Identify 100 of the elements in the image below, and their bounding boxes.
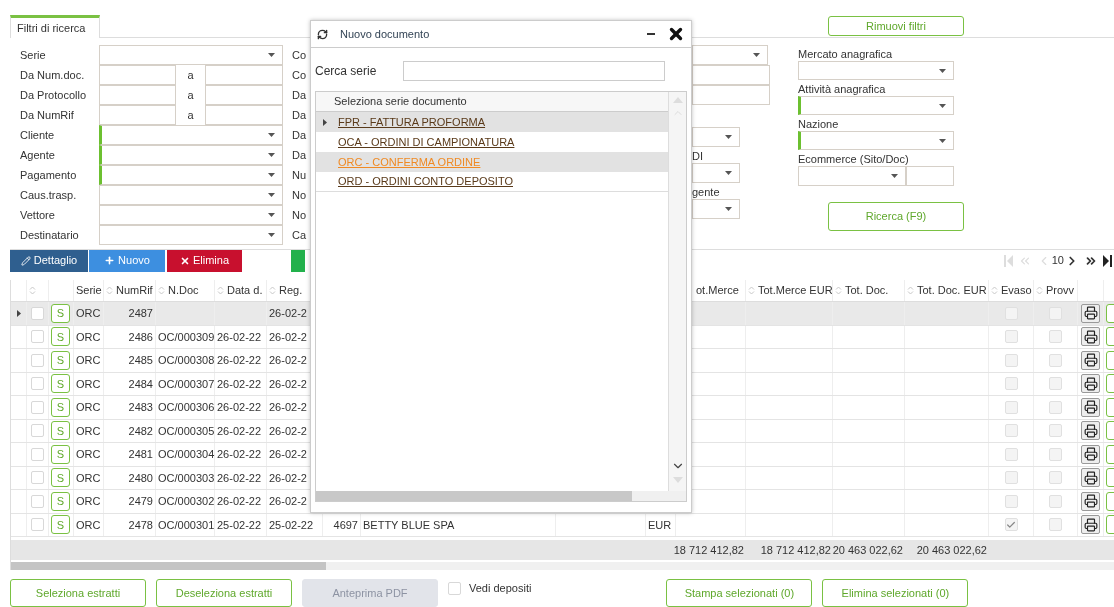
checkbox[interactable]	[1004, 471, 1018, 485]
dropdown[interactable]	[99, 45, 283, 65]
field-label: Caus.trasp.	[19, 187, 78, 203]
vertical-scrollbar[interactable]	[668, 92, 686, 491]
input-field[interactable]	[906, 166, 954, 186]
checkbox[interactable]	[1004, 377, 1018, 391]
checkbox[interactable]	[1049, 447, 1062, 461]
checkbox[interactable]	[31, 471, 44, 485]
column-header[interactable]: Tot.Merce EUR	[758, 282, 832, 299]
input-field[interactable]	[205, 65, 283, 85]
input-field[interactable]	[692, 85, 770, 105]
column-header[interactable]: Data d.	[227, 282, 263, 299]
input-field[interactable]	[99, 65, 176, 85]
checkbox[interactable]	[1049, 400, 1062, 414]
dropdown[interactable]	[692, 199, 740, 219]
toolbar-button[interactable]: Nuovo	[89, 249, 165, 272]
checkbox[interactable]	[1004, 353, 1018, 367]
checkbox[interactable]	[448, 582, 461, 595]
print-button[interactable]	[1081, 515, 1100, 535]
checkbox[interactable]	[31, 306, 44, 320]
column-header[interactable]: Serie	[76, 282, 102, 299]
print-button[interactable]	[1081, 350, 1100, 370]
print-button[interactable]	[1081, 397, 1100, 417]
series-item[interactable]: FPR - FATTURA PROFORMA	[316, 112, 668, 132]
checkbox[interactable]	[31, 424, 44, 438]
page-size[interactable]: 10	[1051, 252, 1064, 269]
print-button[interactable]	[1081, 421, 1100, 441]
toolbar-button[interactable]: Dettaglio	[10, 249, 88, 272]
scrollbar-thumb[interactable]	[11, 562, 326, 570]
checkbox[interactable]	[1004, 330, 1018, 344]
checkbox[interactable]	[31, 494, 44, 508]
dropdown[interactable]	[99, 205, 283, 225]
column-header[interactable]: Tot. Doc.	[845, 282, 889, 299]
checkbox[interactable]	[1049, 518, 1062, 532]
dropdown[interactable]	[798, 131, 954, 150]
input-field[interactable]	[692, 65, 770, 85]
input-field[interactable]	[205, 85, 283, 105]
checkbox[interactable]	[1049, 494, 1062, 508]
dropdown[interactable]	[692, 163, 740, 183]
checkbox[interactable]	[1004, 494, 1018, 508]
column-header[interactable]: N.Doc	[168, 282, 199, 299]
checkbox[interactable]	[1004, 400, 1018, 414]
caret-icon	[268, 133, 275, 137]
column-header[interactable]: Provv	[1046, 282, 1075, 299]
first-page-icon[interactable]	[1003, 254, 1013, 267]
checkbox[interactable]	[31, 377, 44, 391]
print-button[interactable]	[1081, 327, 1100, 347]
checkbox[interactable]	[1049, 471, 1062, 485]
dropdown[interactable]	[99, 225, 283, 245]
dropdown[interactable]	[798, 96, 954, 115]
search-field[interactable]	[403, 61, 665, 81]
checkbox[interactable]	[1004, 518, 1018, 532]
print-button[interactable]	[1081, 374, 1100, 394]
checkbox[interactable]	[31, 400, 44, 414]
checkbox[interactable]	[1049, 424, 1062, 438]
input-field[interactable]	[99, 105, 176, 125]
horizontal-scrollbar[interactable]	[11, 562, 1114, 570]
scroll-up-icon[interactable]	[672, 97, 683, 103]
dropdown[interactable]	[99, 165, 283, 185]
filter-tab[interactable]: Filtri di ricerca	[10, 15, 100, 38]
last-page-icon[interactable]	[1103, 254, 1112, 267]
series-link[interactable]: ORD - ORDINI CONTO DEPOSITO	[338, 173, 513, 190]
toolbar-button[interactable]: Elimina	[167, 249, 242, 272]
input-field[interactable]	[205, 105, 283, 125]
table-row[interactable]: S ORC 2478 OC/000301 25-02-22 25-02-22 4697 BETTY BLUE SPA EUR	[11, 513, 1114, 537]
dropdown[interactable]	[99, 145, 283, 165]
print-button[interactable]	[1081, 303, 1100, 323]
series-link[interactable]: OCA - ORDINI DI CAMPIONATURA	[338, 133, 515, 151]
dropdown[interactable]	[99, 185, 283, 205]
column-header[interactable]: Evaso	[1001, 282, 1032, 299]
column-header[interactable]: Reg.	[279, 282, 303, 299]
column-header[interactable]: Tot. Doc. EUR	[917, 282, 987, 299]
toolbar-button[interactable]	[291, 249, 305, 272]
printer-icon	[1083, 423, 1098, 438]
checkbox[interactable]	[1049, 353, 1062, 367]
print-button[interactable]	[1081, 444, 1100, 464]
checkbox[interactable]	[31, 518, 44, 532]
print-button[interactable]	[1081, 468, 1100, 488]
checkbox[interactable]	[1049, 377, 1062, 391]
column-header[interactable]: NumRif	[116, 282, 153, 299]
table-cell-text: 26-02-2	[269, 447, 307, 462]
scroll-down-icon[interactable]	[672, 477, 683, 483]
dropdown[interactable]	[99, 125, 283, 145]
close-icon[interactable]	[667, 25, 685, 43]
print-button[interactable]	[1081, 491, 1100, 511]
checkbox[interactable]	[31, 330, 44, 344]
caret-icon	[939, 138, 946, 143]
series-link[interactable]: FPR - FATTURA PROFORMA	[338, 113, 486, 131]
checkbox[interactable]	[1004, 424, 1018, 438]
input-field[interactable]	[99, 85, 176, 105]
checkbox[interactable]	[1049, 330, 1062, 344]
dropdown[interactable]	[798, 61, 954, 80]
dropdown[interactable]	[692, 127, 740, 147]
checkbox[interactable]	[31, 447, 44, 461]
checkbox[interactable]	[31, 353, 44, 367]
refresh-icon[interactable]	[317, 28, 328, 40]
dropdown[interactable]	[798, 166, 906, 186]
dropdown[interactable]	[692, 45, 768, 65]
column-header[interactable]: ot.Merce	[696, 282, 739, 299]
checkbox[interactable]	[1004, 447, 1018, 461]
